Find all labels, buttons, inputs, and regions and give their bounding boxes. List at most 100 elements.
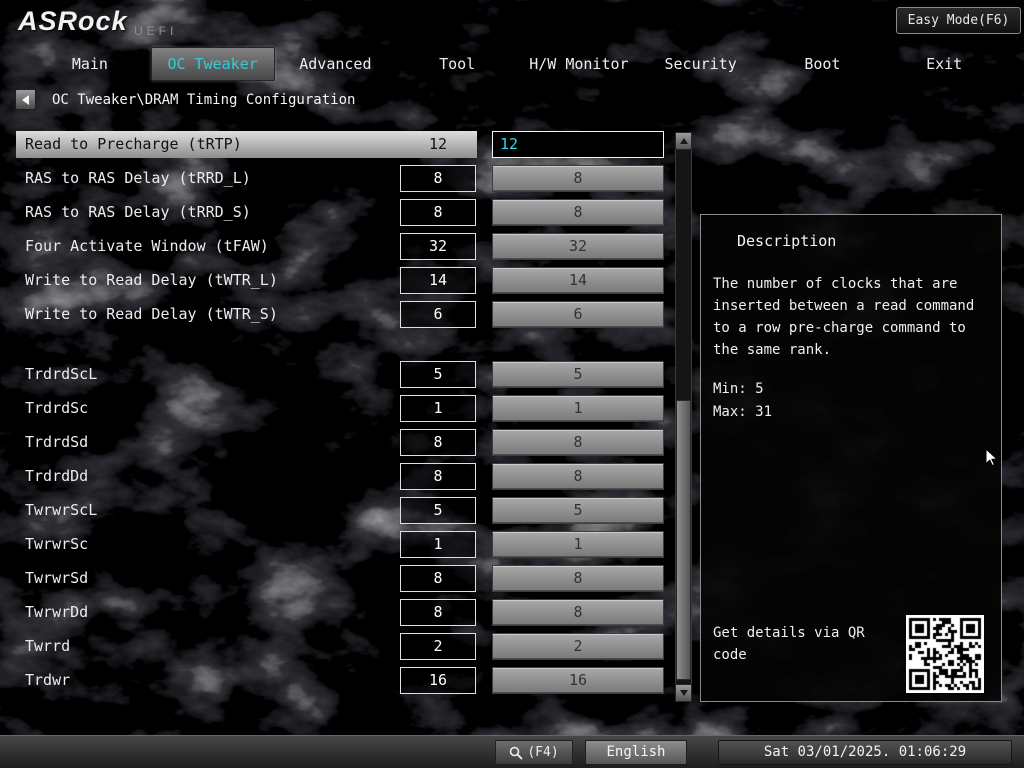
asrock-logo: ASRock — [18, 6, 128, 36]
setting-value: 2 — [400, 633, 476, 660]
setting-label: RAS to RAS Delay (tRRD_L) — [25, 169, 251, 187]
setting-label: TrdrdDd — [25, 467, 89, 485]
setting-value: 5 — [400, 497, 476, 524]
tab-bar: Main OC Tweaker Advanced Tool H/W Monitor Sec… — [29, 47, 1005, 81]
back-button[interactable] — [15, 89, 36, 110]
back-arrow-icon — [22, 94, 29, 105]
setting-input[interactable]: 8 — [492, 463, 664, 490]
description-body: The number of clocks that are inserted b… — [713, 276, 975, 358]
setting-label: TrdrdSc — [25, 399, 89, 417]
setting-input[interactable]: 5 — [492, 361, 664, 388]
setting-input[interactable]: 14 — [492, 267, 664, 294]
setting-input[interactable]: 1 — [492, 395, 664, 422]
setting-label: TwrwrSd — [25, 569, 89, 587]
setting-label: Write to Read Delay (tWTR_S) — [25, 305, 278, 323]
uefi-label: UEFI — [134, 24, 178, 38]
search-icon — [510, 746, 523, 760]
bios-screen: ASRock UEFI Easy Mode(F6) Main OC Tweaker… — [0, 0, 1024, 768]
setting-input[interactable]: 6 — [492, 301, 664, 328]
scrollbar-track[interactable] — [675, 150, 692, 684]
description-title: Description — [737, 232, 837, 250]
setting-value: 1 — [400, 531, 476, 558]
setting-row[interactable]: RAS to RAS Delay (tRRD_L) 8 8 — [16, 165, 666, 192]
setting-value: 8 — [400, 429, 476, 456]
setting-row[interactable]: TrdrdSd 8 8 — [16, 429, 666, 456]
setting-row[interactable]: TrdrdScL 5 5 — [16, 361, 666, 388]
setting-input[interactable]: 8 — [492, 165, 664, 192]
tab-oc-tweaker[interactable]: OC Tweaker — [150, 47, 275, 81]
setting-row[interactable]: Write to Read Delay (tWTR_L) 14 14 — [16, 267, 666, 294]
setting-input[interactable]: 12 — [492, 131, 664, 158]
setting-row[interactable]: Twrrd 2 2 — [16, 633, 666, 660]
setting-value: 1 — [400, 395, 476, 422]
setting-input[interactable]: 2 — [492, 633, 664, 660]
tab-h-w-monitor[interactable]: H/W Monitor — [518, 47, 640, 81]
setting-label: TwrwrSc — [25, 535, 89, 553]
setting-row[interactable]: TrdrdSc 1 1 — [16, 395, 666, 422]
setting-value: 12 — [428, 135, 448, 153]
setting-label: Twrrd — [25, 637, 71, 655]
setting-input[interactable]: 5 — [492, 497, 664, 524]
setting-row[interactable]: TwrwrDd 8 8 — [16, 599, 666, 626]
setting-label: Four Activate Window (tFAW) — [25, 237, 269, 255]
search-hotkey: (F4) — [527, 745, 559, 760]
scrollbar[interactable] — [675, 132, 692, 702]
row-gap — [16, 335, 666, 361]
setting-input[interactable]: 8 — [492, 429, 664, 456]
tab-exit[interactable]: Exit — [883, 47, 1005, 81]
tab-advanced[interactable]: Advanced — [275, 47, 397, 81]
setting-input[interactable]: 16 — [492, 667, 664, 694]
setting-row[interactable]: TwrwrScL 5 5 — [16, 497, 666, 524]
setting-input[interactable]: 1 — [492, 531, 664, 558]
mouse-cursor — [985, 448, 998, 467]
setting-value: 8 — [400, 463, 476, 490]
setting-label: TrdrdSd — [25, 433, 89, 451]
datetime-display: Sat 03/01/2025. 01:06:29 — [718, 740, 1012, 765]
setting-row[interactable]: TwrwrSc 1 1 — [16, 531, 666, 558]
setting-value: 14 — [400, 267, 476, 294]
setting-label: Trdwr — [25, 671, 71, 689]
setting-value: 5 — [400, 361, 476, 388]
scroll-down-button[interactable] — [675, 684, 692, 702]
easy-mode-button[interactable]: Easy Mode(F6) — [896, 7, 1021, 34]
setting-label: TrdrdScL — [25, 365, 98, 383]
setting-row[interactable]: Read to Precharge (tRTP) 12 12 — [16, 131, 666, 158]
setting-value: 32 — [400, 233, 476, 260]
setting-label: Write to Read Delay (tWTR_L) — [25, 271, 278, 289]
tab-main[interactable]: Main — [29, 47, 151, 81]
arrow-down-icon — [679, 690, 688, 696]
setting-row[interactable]: Trdwr 16 16 — [16, 667, 666, 694]
tab-security[interactable]: Security — [640, 47, 762, 81]
description-panel: Description The number of clocks that ar… — [700, 214, 1002, 702]
setting-row[interactable]: TrdrdDd 8 8 — [16, 463, 666, 490]
setting-label: TwrwrDd — [25, 603, 89, 621]
setting-label: Read to Precharge (tRTP) — [25, 135, 242, 153]
setting-row[interactable]: Write to Read Delay (tWTR_S) 6 6 — [16, 301, 666, 328]
setting-row[interactable]: RAS to RAS Delay (tRRD_S) 8 8 — [16, 199, 666, 226]
setting-value: 6 — [400, 301, 476, 328]
description-min-value: Min: 5 — [713, 381, 764, 397]
setting-input[interactable]: 8 — [492, 599, 664, 626]
settings-list: Read to Precharge (tRTP) 12 12 RAS to RAS D… — [16, 131, 666, 701]
setting-label: RAS to RAS Delay (tRRD_S) — [25, 203, 251, 221]
tab-boot[interactable]: Boot — [762, 47, 884, 81]
breadcrumb: OC Tweaker\DRAM Timing Configuration — [52, 92, 356, 108]
setting-row[interactable]: Four Activate Window (tFAW) 32 32 — [16, 233, 666, 260]
arrow-up-icon — [679, 138, 688, 144]
setting-value: 8 — [400, 199, 476, 226]
description-max-value: Max: 31 — [713, 404, 773, 420]
setting-input[interactable]: 32 — [492, 233, 664, 260]
setting-value: 8 — [400, 599, 476, 626]
tab-tool[interactable]: Tool — [396, 47, 518, 81]
language-button[interactable]: English — [585, 740, 687, 765]
search-button[interactable]: (F4) — [495, 740, 573, 765]
footer-bar: (F4) English Sat 03/01/2025. 01:06:29 — [0, 735, 1024, 768]
setting-value: 8 — [400, 165, 476, 192]
setting-value: 16 — [400, 667, 476, 694]
setting-label: TwrwrScL — [25, 501, 98, 519]
setting-row[interactable]: TwrwrSd 8 8 — [16, 565, 666, 592]
setting-input[interactable]: 8 — [492, 565, 664, 592]
scroll-up-button[interactable] — [675, 132, 692, 150]
setting-input[interactable]: 8 — [492, 199, 664, 226]
scrollbar-thumb[interactable] — [676, 400, 691, 680]
